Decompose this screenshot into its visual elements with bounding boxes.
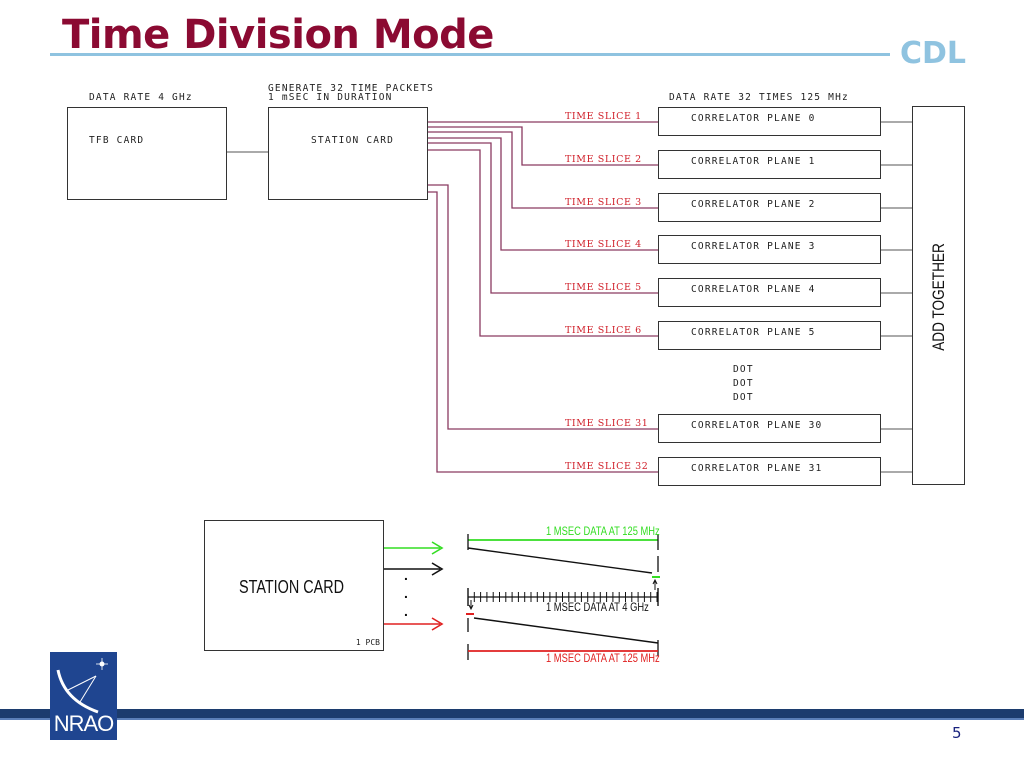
correlator-plane-box: CORRELATOR PLANE 1 [658,150,881,179]
correlator-plane-label: CORRELATOR PLANE 0 [691,113,816,124]
footer-bar [0,709,1024,718]
ellipsis-dot: . [404,585,408,601]
station-label-line2: 1 mSEC IN DURATION [268,92,393,103]
station-card-label: STATION CARD [311,135,395,146]
time-slice-label: TIME SLICE 31 [565,418,649,429]
correlator-plane-box: CORRELATOR PLANE 3 [658,235,881,264]
add-together-label: ADD TOGETHER [929,243,948,351]
ellipsis-dot: . [404,603,408,619]
red-compress-slope [473,617,659,644]
time-slice-label: TIME SLICE 1 [565,111,642,122]
pcb-label: 1 PCB [355,638,380,647]
correlator-plane-label: CORRELATOR PLANE 3 [691,241,816,252]
ellipsis-dot: . [404,567,408,583]
dot-text: DOT [733,378,754,389]
correlator-plane-box: CORRELATOR PLANE 4 [658,278,881,307]
correlator-data-rate-label: DATA RATE 32 TIMES 125 MHz [669,92,849,103]
green-data-label: 1 MSEC DATA AT 125 MHz [546,524,660,538]
correlator-plane-label: CORRELATOR PLANE 30 [691,420,823,431]
dot-ellipsis: DOT DOT DOT [733,363,754,405]
correlator-plane-box: CORRELATOR PLANE 2 [658,193,881,222]
correlator-plane-box: CORRELATOR PLANE 31 [658,457,881,486]
correlator-plane-label: CORRELATOR PLANE 5 [691,327,816,338]
bottom-arrows [384,541,444,631]
time-slice-label: TIME SLICE 32 [565,461,649,472]
bottom-station-card-label: STATION CARD [239,577,345,597]
footer-bar-highlight [0,718,1024,720]
bottom-station-card-box: STATION CARD 1 PCB [204,520,384,651]
nrao-logo: NRAO [50,652,117,740]
add-together-box: ADD TOGETHER [912,106,965,485]
timing-diagram [466,534,660,660]
tfb-card-box: TFB CARD [67,107,227,200]
time-slice-label: TIME SLICE 2 [565,154,642,165]
dot-text: DOT [733,392,754,403]
dot-text: DOT [733,364,754,375]
time-slice-label: TIME SLICE 4 [565,239,642,250]
station-generate-label: GENERATE 32 TIME PACKETS 1 mSEC IN DURAT… [268,84,434,103]
page-number: 5 [952,724,962,742]
output-ellipsis: . . . [404,566,408,620]
station-card-box: STATION CARD [268,107,428,200]
logo-text: NRAO [53,711,115,736]
tfb-data-rate-label: DATA RATE 4 GHz [89,92,193,103]
correlator-plane-box: CORRELATOR PLANE 0 [658,107,881,136]
4ghz-data-label: 1 MSEC DATA AT 4 GHz [546,600,649,614]
time-slice-label: TIME SLICE 6 [565,325,642,336]
correlator-plane-box: CORRELATOR PLANE 5 [658,321,881,350]
time-slice-wire [428,184,658,430]
green-compress-slope [467,547,653,574]
correlator-plane-label: CORRELATOR PLANE 31 [691,463,823,474]
correlator-plane-label: CORRELATOR PLANE 1 [691,156,816,167]
correlator-plane-label: CORRELATOR PLANE 4 [691,284,816,295]
red-data-label: 1 MSEC DATA AT 125 MHz [546,651,660,665]
correlator-plane-label: CORRELATOR PLANE 2 [691,199,816,210]
time-slice-label: TIME SLICE 3 [565,197,642,208]
correlator-plane-box: CORRELATOR PLANE 30 [658,414,881,443]
time-slice-label: TIME SLICE 5 [565,282,642,293]
tfb-card-label: TFB CARD [89,135,145,146]
